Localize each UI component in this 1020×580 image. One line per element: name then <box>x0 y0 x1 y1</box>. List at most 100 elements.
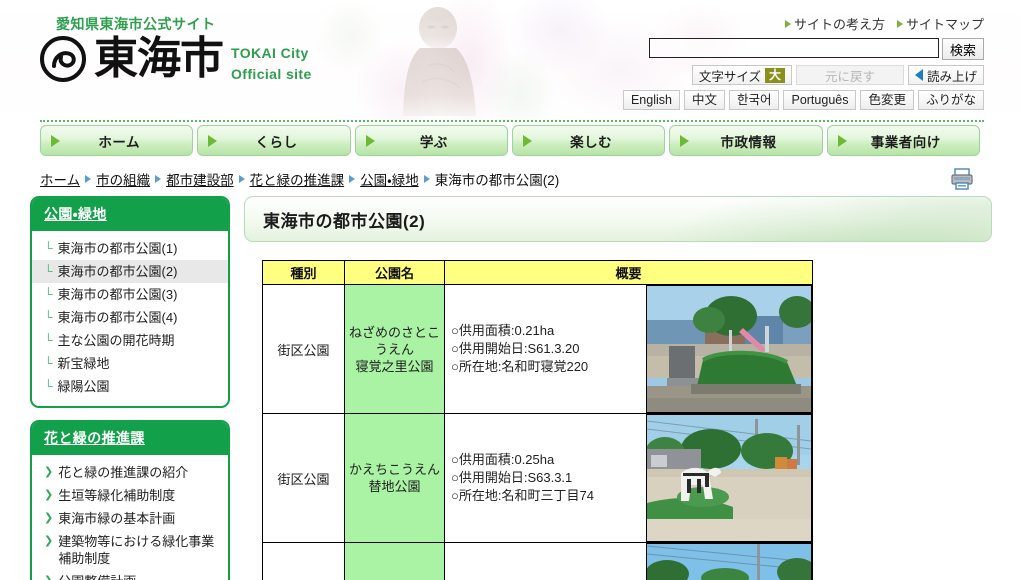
table-header-row: 種別 公園名 概要 <box>262 260 813 285</box>
page-title: 東海市の都市公園(2) <box>263 211 426 231</box>
breadcrumb-item-3[interactable]: 花と緑の推進課 <box>250 169 345 189</box>
triangle-bullet-icon <box>896 19 903 28</box>
color-change-button[interactable]: 色変更 <box>860 90 914 110</box>
nav-item-city-info[interactable]: 市政情報 <box>669 125 823 156</box>
nav-item-home-label: ホーム <box>98 134 140 150</box>
row-1-name-kana: かえちこうえん <box>348 462 440 477</box>
row-1-type: 街区公園 <box>262 413 345 543</box>
sidebar-item-urban-park-2[interactable]: └ 東海市の都市公園(2) <box>32 260 228 283</box>
sidebar-box-department: 花と緑の推進課 ❯ 花と緑の推進課の紹介 ❯ 生垣等緑化補助制度 ❯ 東海市緑の… <box>30 420 230 580</box>
corner-bullet-icon: └ <box>44 264 53 278</box>
text-size-badge-large[interactable]: 大 <box>764 67 785 83</box>
breadcrumb-item-0[interactable]: ホーム <box>40 169 80 189</box>
row-2-name <box>344 542 445 580</box>
site-logo-block[interactable]: 愛知県東海市公式サイト 東海市 TOKAI City Official site <box>40 14 312 82</box>
corner-bullet-icon: └ <box>44 333 53 347</box>
read-aloud-label: 読み上げ <box>926 69 977 84</box>
link-sitemap[interactable]: サイトマップ <box>896 14 984 33</box>
site-tagline: 愛知県東海市公式サイト <box>56 16 216 32</box>
search-button[interactable]: 検索 <box>942 38 984 60</box>
arrow-bullet-icon: ❯ <box>44 535 54 547</box>
page-title-banner: 東海市の都市公園(2) <box>244 196 992 242</box>
breadcrumb-separator-icon <box>85 175 92 183</box>
nav-item-enjoy-label: 楽しむ <box>570 134 613 150</box>
nav-item-city-info-label: 市政情報 <box>720 134 777 150</box>
nav-item-business[interactable]: 事業者向け <box>826 125 980 156</box>
read-aloud-button[interactable]: 読み上げ <box>907 65 984 85</box>
row-1-details: ○供用面積:0.25ha ○供用開始日:S63.3.1 ○所在地:名和町三丁目7… <box>445 451 646 505</box>
printer-icon[interactable] <box>949 166 975 192</box>
sidebar-item-dept-intro[interactable]: ❯ 花と緑の推進課の紹介 <box>32 461 228 484</box>
main-content: 東海市の都市公園(2) 種別 公園名 概要 街区公園 ねざめのさとこうえん 寝覚… <box>230 196 992 580</box>
row-0-name-kana: ねざめのさとこうえん <box>348 324 440 357</box>
sidebar-item-urban-park-4[interactable]: └ 東海市の都市公園(4) <box>32 306 228 329</box>
lang-button-portuguese[interactable]: Português <box>783 90 857 110</box>
sidebar-item-urban-park-1[interactable]: └ 東海市の都市公園(1) <box>32 237 228 260</box>
arrow-right-icon <box>51 134 60 147</box>
parks-table: 種別 公園名 概要 街区公園 ねざめのさとこうえん 寝覚之里公園 ○供用面積:0… <box>262 260 813 580</box>
search-input[interactable] <box>649 38 939 58</box>
sidebar-item-building-greening-subsidy[interactable]: ❯ 建築物等における緑化事業補助制度 <box>32 530 228 570</box>
row-1-detail-opened: ○供用開始日:S63.3.1 <box>451 470 573 485</box>
nav-item-living[interactable]: くらし <box>197 125 351 156</box>
policy-links: サイトの考え方 サイトマップ <box>623 14 984 33</box>
sidebar-item-park-development-plan[interactable]: ❯ 公園整備計画 <box>32 570 228 580</box>
breadcrumb-item-current: 東海市の都市公園(2) <box>434 173 560 188</box>
arrow-bullet-icon: ❯ <box>44 512 54 524</box>
arrow-right-icon <box>365 134 375 147</box>
sidebar-item-bloom-season[interactable]: └ 主な公園の開花時期 <box>32 329 228 352</box>
search-row: 検索 <box>623 38 984 60</box>
breadcrumb-separator-icon <box>349 175 356 183</box>
breadcrumb: ホーム 市の組織 都市建設部 花と緑の推進課 公園・緑地 東海市の都市公園(2) <box>40 169 559 189</box>
lang-button-chinese[interactable]: 中文 <box>683 90 725 110</box>
sidebar-item-shinpo-green-label: 新宝緑地 <box>57 356 110 371</box>
row-1-name: かえちこうえん 替地公園 <box>344 413 445 543</box>
sidebar-item-urban-park-1-label: 東海市の都市公園(1) <box>57 241 178 256</box>
language-buttons: English 中文 한국어 Português 色変更 ふりがな <box>622 90 984 110</box>
text-size-reset-button[interactable]: 元に戻す <box>795 65 904 85</box>
lang-button-english[interactable]: English <box>622 90 680 110</box>
row-0-details: ○供用面積:0.21ha ○供用開始日:S61.3.20 ○所在地:名和町寝覚2… <box>445 322 646 376</box>
sidebar-item-green-basic-plan[interactable]: ❯ 東海市緑の基本計画 <box>32 507 228 530</box>
sidebar-box-department-header[interactable]: 花と緑の推進課 <box>32 422 228 455</box>
sidebar-item-urban-park-3[interactable]: └ 東海市の都市公園(3) <box>32 283 228 306</box>
sidebar-item-ryokuyo-park[interactable]: └ 緑陽公園 <box>32 375 228 398</box>
park-photo-partial <box>646 543 812 580</box>
sidebar-list-parks: └ 東海市の都市公園(1) └ 東海市の都市公園(2) └ 東海市の都市公園(3… <box>32 231 228 406</box>
text-size-label: 文字サイズ <box>698 69 761 84</box>
row-2-summary <box>444 542 813 580</box>
lang-button-korean[interactable]: 한국어 <box>728 90 780 110</box>
nav-item-living-label: くらし <box>255 134 298 150</box>
nav-item-home[interactable]: ホーム <box>40 125 194 156</box>
site-header: 愛知県東海市公式サイト 東海市 TOKAI City Official site… <box>0 0 1020 122</box>
nav-item-learn[interactable]: 学ぶ <box>354 125 508 156</box>
breadcrumb-bar: ホーム 市の組織 都市建設部 花と緑の推進課 公園・緑地 東海市の都市公園(2) <box>0 162 1020 196</box>
nav-item-enjoy[interactable]: 楽しむ <box>511 125 666 156</box>
furigana-button[interactable]: ふりがな <box>917 90 984 110</box>
sidebar-box-department-title: 花と緑の推進課 <box>44 430 145 446</box>
breadcrumb-item-2[interactable]: 都市建設部 <box>166 169 234 189</box>
row-1-detail-address: ○所在地:名和町三丁目74 <box>451 488 594 503</box>
text-size-control[interactable]: 文字サイズ 大 <box>691 65 792 85</box>
sidebar-item-hedge-subsidy[interactable]: ❯ 生垣等緑化補助制度 <box>32 484 228 507</box>
site-logo-en-line1: TOKAI City <box>231 45 309 61</box>
corner-bullet-icon: └ <box>44 379 53 393</box>
row-0-detail-address: ○所在地:名和町寝覚220 <box>451 359 589 374</box>
corner-bullet-icon: └ <box>44 310 53 324</box>
sidebar-box-parks-header[interactable]: 公園・緑地 <box>32 198 228 231</box>
body-wrapper: 公園・緑地 └ 東海市の都市公園(1) └ 東海市の都市公園(2) └ 東海市の… <box>0 196 1020 580</box>
breadcrumb-item-1[interactable]: 市の組織 <box>96 169 150 189</box>
row-1-summary: ○供用面積:0.25ha ○供用開始日:S63.3.1 ○所在地:名和町三丁目7… <box>444 413 813 543</box>
breadcrumb-item-4[interactable]: 公園・緑地 <box>360 169 419 189</box>
row-0-name-kanji: 寝覚之里公園 <box>355 358 434 374</box>
arrow-right-icon <box>522 134 532 147</box>
header-utility-area: サイトの考え方 サイトマップ 検索 文字サイズ 大 元に戻す 読み上げ Engl… <box>622 14 984 110</box>
breadcrumb-separator-icon <box>238 175 245 183</box>
buddha-statue-watermark-icon <box>403 7 476 116</box>
corner-bullet-icon: └ <box>44 241 53 255</box>
sidebar-item-urban-park-3-label: 東海市の都市公園(3) <box>57 287 178 302</box>
sidebar-item-shinpo-green[interactable]: └ 新宝緑地 <box>32 352 228 375</box>
link-site-policy[interactable]: サイトの考え方 <box>784 14 885 33</box>
arrow-right-icon <box>208 134 218 147</box>
speaker-icon <box>914 69 923 81</box>
